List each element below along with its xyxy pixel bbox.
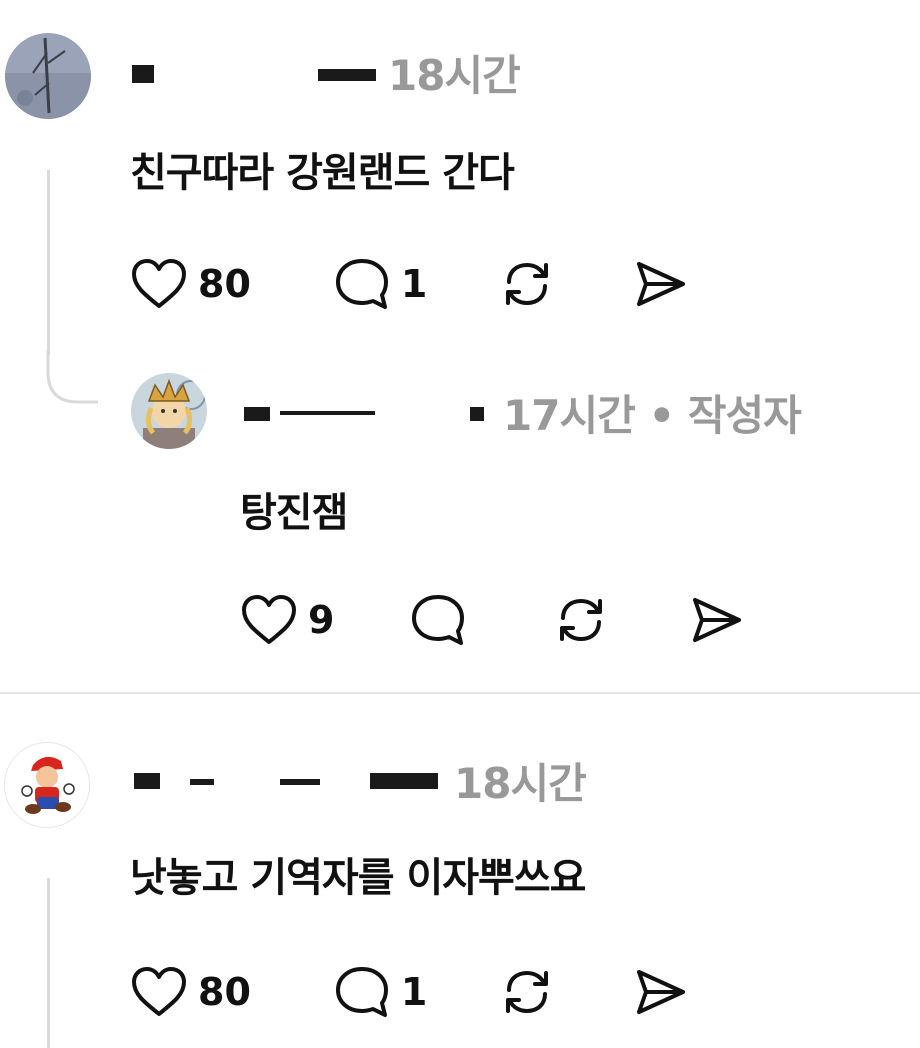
action-bar: 80 1 [130, 254, 687, 314]
repost-icon [560, 598, 603, 642]
repost-icon [506, 970, 549, 1014]
username-redacted[interactable] [130, 765, 440, 795]
thread-line [47, 170, 50, 355]
speech-bubble-icon [412, 595, 465, 645]
comment-text: 낫놓고 기역자를 이자뿌쓰요 [130, 855, 586, 901]
timestamp: 17시간 • 작성자 [503, 390, 802, 440]
thread-divider [0, 692, 920, 694]
comment-text: 친구따라 강원랜드 간다 [130, 150, 515, 196]
heart-icon [132, 259, 186, 308]
heart-icon [242, 595, 296, 644]
avatar[interactable] [131, 373, 207, 449]
comment-text: 탕진잼 [240, 490, 348, 536]
reply-button[interactable]: 1 [333, 257, 427, 311]
comment-header: 18시간 [130, 42, 521, 102]
reply-button[interactable]: 1 [333, 965, 427, 1019]
comment-header: 18시간 [130, 750, 587, 810]
comment-header: 17시간 • 작성자 [240, 382, 802, 442]
like-count: 9 [308, 598, 335, 642]
like-count: 80 [198, 262, 251, 306]
repost-button[interactable] [499, 256, 555, 312]
timestamp: 18시간 [388, 50, 521, 100]
reply-connector [46, 350, 98, 404]
timestamp: 18시간 [454, 758, 587, 808]
reply-count: 1 [400, 262, 428, 306]
share-button[interactable] [633, 259, 687, 309]
username-redacted[interactable] [240, 397, 485, 427]
speech-bubble-icon [335, 967, 388, 1017]
send-icon [637, 970, 686, 1014]
action-bar: 80 1 [130, 962, 687, 1022]
thread-line [47, 878, 50, 1048]
avatar[interactable] [5, 33, 91, 119]
share-button[interactable] [633, 967, 687, 1017]
like-button[interactable]: 80 [130, 258, 251, 310]
avatar[interactable] [4, 742, 90, 828]
like-button[interactable]: 9 [240, 594, 334, 646]
repost-icon [506, 262, 549, 306]
speech-bubble-icon [335, 259, 388, 309]
username-redacted[interactable] [130, 57, 378, 87]
like-count: 80 [198, 970, 251, 1014]
reply-count: 1 [400, 970, 428, 1014]
share-button[interactable] [689, 595, 743, 645]
heart-icon [132, 967, 186, 1016]
reply-button[interactable] [409, 593, 477, 647]
repost-button[interactable] [499, 964, 555, 1020]
action-bar: 9 [240, 590, 743, 650]
repost-button[interactable] [553, 592, 609, 648]
send-icon [693, 598, 742, 642]
send-icon [637, 262, 686, 306]
like-button[interactable]: 80 [130, 966, 251, 1018]
